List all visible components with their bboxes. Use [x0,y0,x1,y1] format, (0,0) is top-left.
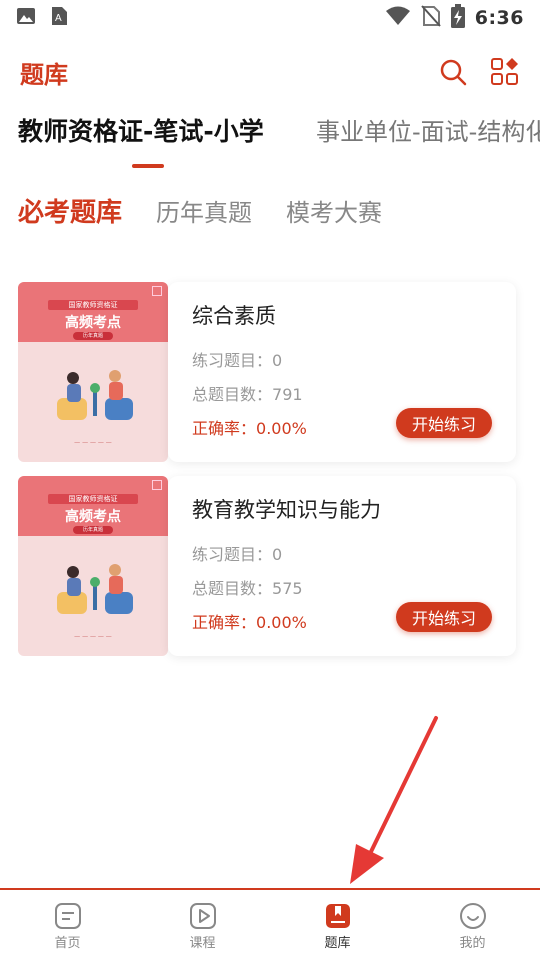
smile-icon [459,903,486,929]
nav-label: 课程 [189,936,216,951]
question-bank-card[interactable]: 国家教师资格证 高频考点 历年真题 — — — — — 综合素质 练习题目：0 … [18,282,516,462]
nav-label: 题库 [324,936,351,951]
nav-courses[interactable]: 课程 [135,890,270,960]
cover-headline: 高频考点 [65,315,121,331]
total-count: 总题目数：575 [192,579,303,598]
tab-required-bank[interactable]: 必考题库 [18,192,122,229]
status-bar: A 6:36 [0,0,540,36]
search-icon[interactable] [438,57,468,87]
practice-count: 练习题目：0 [192,545,283,564]
tab-mock-contest[interactable]: 模考大赛 [286,193,382,228]
illustration-icon [57,370,133,420]
apps-grid-icon[interactable] [490,57,520,87]
text-a-icon: A [50,6,68,30]
card-title: 综合素质 [192,304,276,328]
cover-footer: — — — — — [74,633,112,640]
nav-label: 首页 [54,936,81,951]
nav-profile[interactable]: 我的 [405,890,540,960]
sub-tabs: 必考题库 历年真题 模考大赛 [18,192,382,232]
tab-public-institution[interactable]: 事业单位-面试-结构化 [316,112,540,147]
page-title: 题库 [20,60,68,89]
no-sim-icon [420,5,441,31]
cover-pill: 历年真题 [73,526,113,534]
image-icon [16,7,36,29]
nav-question-bank[interactable]: 题库 [270,890,405,960]
app-header: 题库 [0,44,540,100]
tab-indicator [132,164,164,168]
practice-count: 练习题目：0 [192,351,283,370]
svg-text:A: A [55,13,62,24]
cover-ribbon: 国家教师资格证 [48,494,138,504]
home-icon [54,903,81,929]
start-practice-button[interactable]: 开始练习 [396,602,492,632]
status-time: 6:36 [474,7,524,29]
tab-past-papers[interactable]: 历年真题 [156,193,252,228]
cover-footer: — — — — — [74,439,112,446]
question-bank-card[interactable]: 国家教师资格证 高频考点 历年真题 — — — — — 教育教学知识与能力 练习… [18,476,516,656]
nav-label: 我的 [459,936,486,951]
category-tabs: 教师资格证-笔试-小学 事业单位-面试-结构化 [0,112,540,170]
cover-pill: 历年真题 [73,332,113,340]
question-bank-icon [325,904,350,928]
card-title: 教育教学知识与能力 [192,498,381,522]
total-count: 总题目数：791 [192,385,303,404]
bottom-nav: 首页 课程 题库 我的 [0,888,540,960]
nav-home[interactable]: 首页 [0,890,135,960]
cover-ribbon: 国家教师资格证 [48,300,138,310]
card-cover-image: 国家教师资格证 高频考点 历年真题 — — — — — [18,476,168,656]
start-practice-button[interactable]: 开始练习 [396,408,492,438]
cover-headline: 高频考点 [65,509,121,525]
card-cover-image: 国家教师资格证 高频考点 历年真题 — — — — — [18,282,168,462]
annotation-arrow-icon [350,716,438,884]
illustration-icon [57,564,133,614]
play-icon [189,903,216,929]
battery-charging-icon [450,4,465,32]
wifi-icon [385,6,411,30]
tab-teacher-cert[interactable]: 教师资格证-笔试-小学 [18,112,264,148]
